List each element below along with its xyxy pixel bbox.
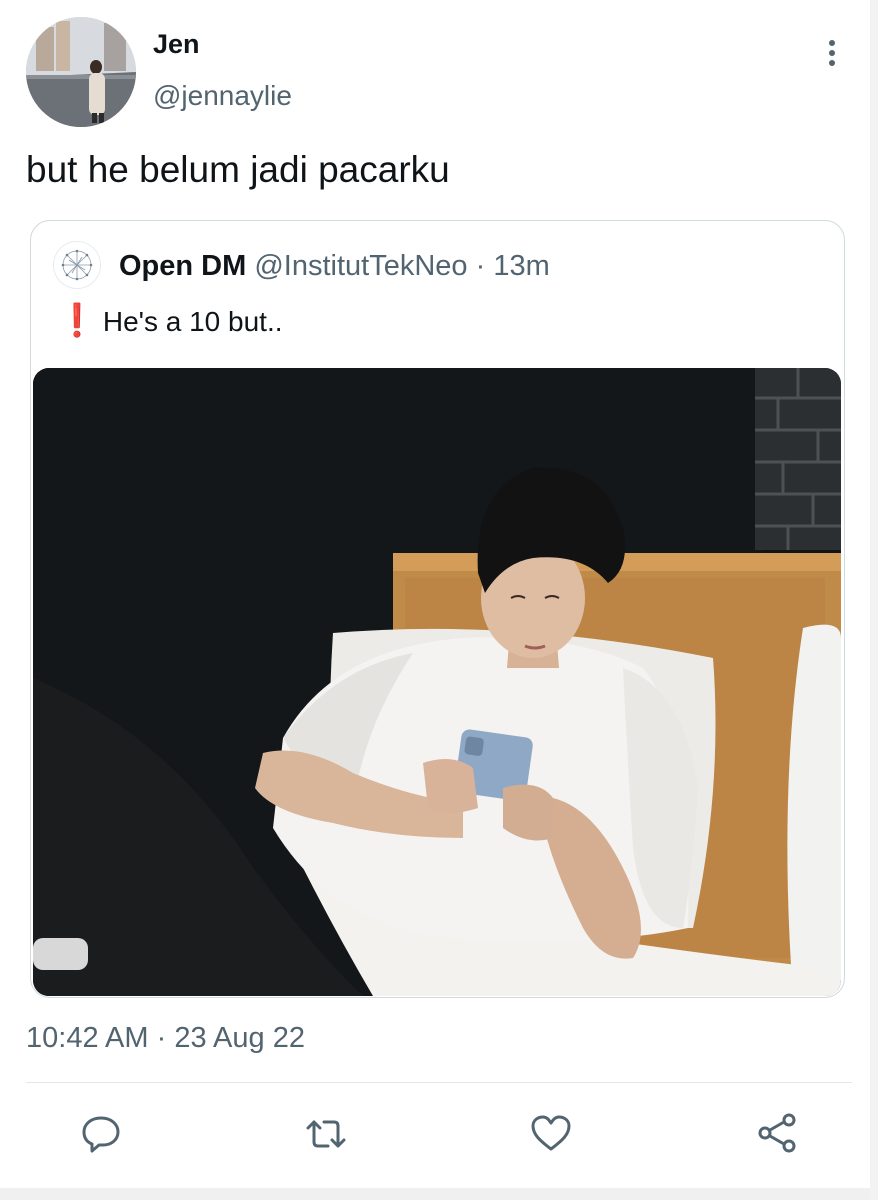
bottom-bar [0,1188,878,1200]
quoted-media-photo[interactable] [33,368,841,996]
quoted-author-avatar[interactable] [53,241,101,289]
retweet-button[interactable] [304,1112,348,1156]
tweet-time: 10:42 AM [26,1022,149,1054]
quoted-tweet-header: Open DM @InstitutTekNeo · 13m [119,249,550,283]
quoted-author-handle[interactable]: @InstitutTekNeo [254,250,467,282]
reply-icon [82,1116,120,1153]
quoted-tweet[interactable]: Open DM @InstitutTekNeo · 13m ❗ He's a 10… [30,220,845,998]
reply-button[interactable] [79,1112,123,1156]
share-icon [758,1113,796,1153]
tweet-date: 23 Aug 22 [174,1022,305,1054]
author-name[interactable]: Jen [153,28,200,60]
quoted-author-name[interactable]: Open DM [119,250,246,282]
like-button[interactable] [529,1112,573,1156]
scroll-edge [870,0,878,1200]
more-options-icon[interactable] [817,36,847,72]
tweet-text: but he belum jadi pacarku [26,149,450,190]
quoted-tweet-text: ❗ He's a 10 but.. [57,303,283,339]
author-handle[interactable]: @jennaylie [153,79,292,113]
separator-dot: · [475,250,486,282]
share-button[interactable] [756,1112,800,1156]
exclamation-emoji-icon: ❗ [57,302,97,338]
separator-dot: · [156,1022,167,1054]
quoted-text: He's a 10 but.. [102,306,283,337]
quoted-time-ago[interactable]: 13m [493,250,549,282]
retweet-icon [306,1120,346,1148]
network-logo-icon [61,249,93,281]
divider [26,1082,852,1083]
heart-icon [531,1115,571,1151]
author-avatar[interactable] [26,17,136,127]
tweet-timestamp[interactable]: 10:42 AM · 23 Aug 22 [26,1020,305,1056]
